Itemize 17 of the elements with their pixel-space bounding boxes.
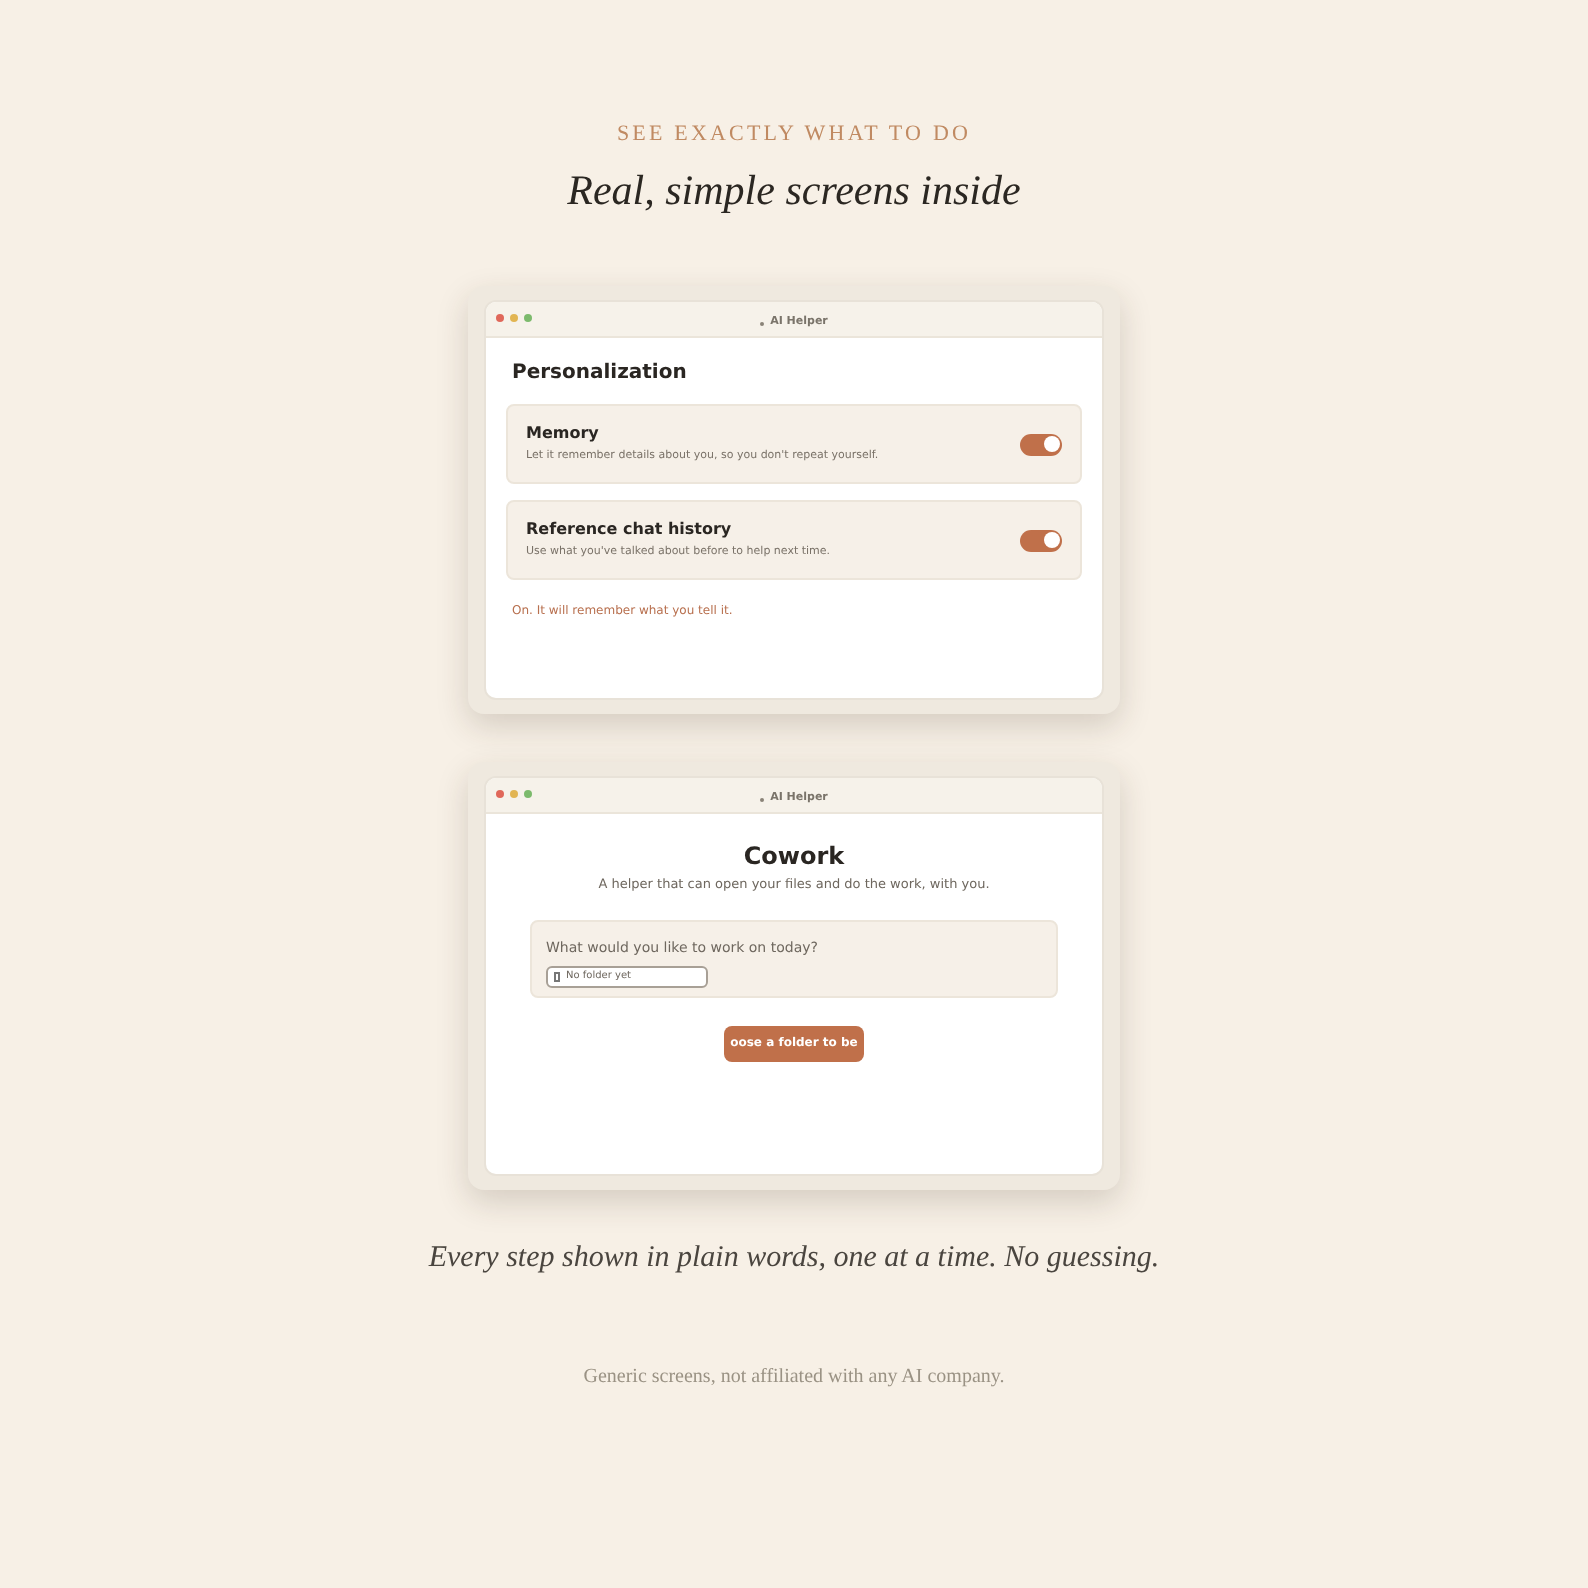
screen-heading: Cowork bbox=[743, 842, 845, 870]
page-title: Real, simple screens inside bbox=[567, 164, 1021, 216]
window-close-icon[interactable] bbox=[496, 314, 504, 322]
window-zoom-icon[interactable] bbox=[524, 790, 532, 798]
setting-name: Reference chat history bbox=[526, 520, 734, 540]
toggle-switch[interactable] bbox=[1020, 529, 1062, 551]
toggle-switch[interactable] bbox=[1020, 433, 1062, 455]
box-icon bbox=[554, 972, 560, 982]
caption: Every step shown in plain words, one at a time. No guessing. bbox=[428, 1240, 1160, 1278]
eyebrow-heading: SEE EXACTLY WHAT TO DO bbox=[616, 120, 972, 148]
window-minimize-icon[interactable] bbox=[510, 790, 518, 798]
window-minimize-icon[interactable] bbox=[510, 314, 518, 322]
disclaimer: Generic screens, not affiliated with any AI company. bbox=[583, 1364, 1005, 1392]
window-close-icon[interactable] bbox=[496, 790, 504, 798]
setting-name: Memory bbox=[526, 424, 601, 444]
window-zoom-icon[interactable] bbox=[524, 314, 532, 322]
section-heading: Personalization bbox=[512, 362, 689, 386]
